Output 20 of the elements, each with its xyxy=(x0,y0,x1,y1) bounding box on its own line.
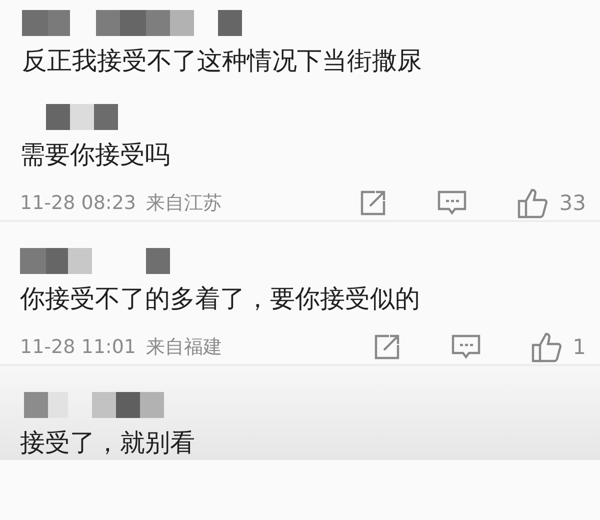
comment-time: 11-28 11:01 xyxy=(20,336,136,358)
comment-location: 来自江苏 xyxy=(146,191,222,216)
like-button[interactable]: 1 xyxy=(530,331,586,363)
comment-icon xyxy=(450,333,481,361)
reply-button[interactable] xyxy=(450,333,481,361)
like-button[interactable]: 33 xyxy=(517,187,586,219)
comment-text: 你接受不了的多着了，要你接受似的 xyxy=(20,283,421,315)
comment-text: 接受了，就别看 xyxy=(20,427,196,459)
share-button[interactable] xyxy=(372,333,401,361)
thumbs-up-icon xyxy=(530,331,563,363)
comment-text: 反正我接受不了这种情况下当街撒尿 xyxy=(22,45,423,77)
thumbs-up-icon xyxy=(517,187,550,219)
comment-icon xyxy=(437,189,468,217)
share-icon xyxy=(372,333,401,361)
share-icon xyxy=(359,189,388,217)
comment-time: 11-28 08:23 xyxy=(20,192,136,214)
comment-location: 来自福建 xyxy=(146,335,222,360)
share-button[interactable] xyxy=(359,189,388,217)
comment-text: 需要你接受吗 xyxy=(20,139,171,171)
reply-button[interactable] xyxy=(437,189,468,217)
